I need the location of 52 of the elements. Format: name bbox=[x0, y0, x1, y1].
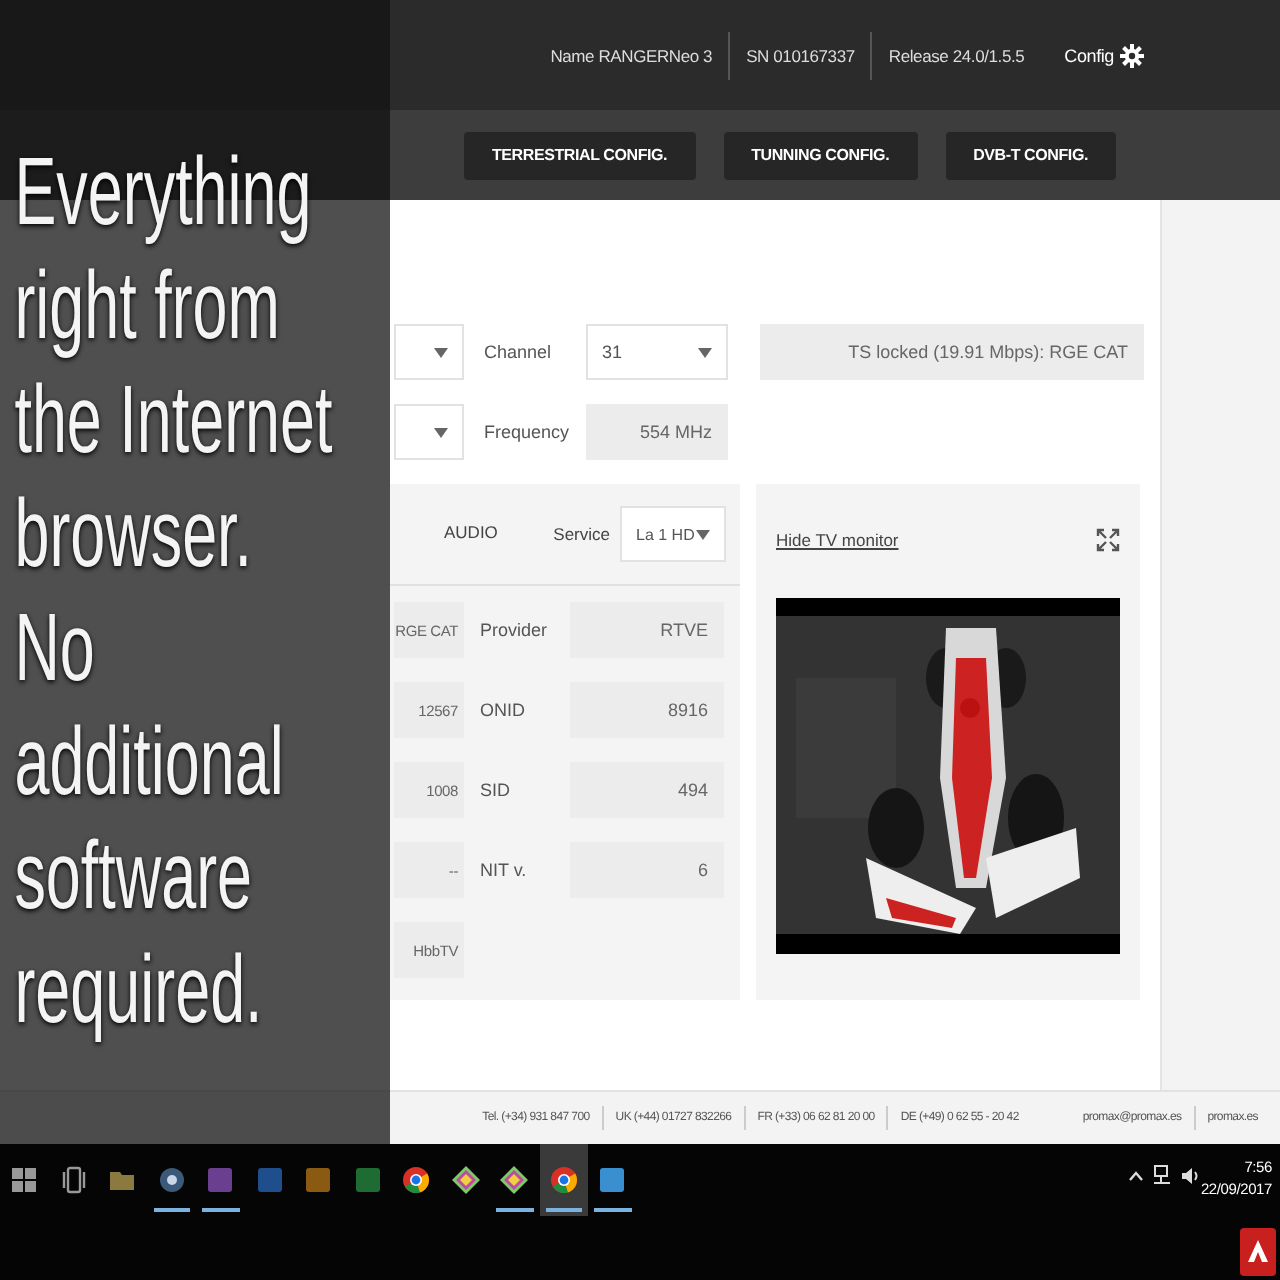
network-icon bbox=[1152, 1164, 1172, 1186]
task-view-icon bbox=[61, 1166, 86, 1194]
tab[interactable]: AUDIO bbox=[424, 484, 518, 584]
frequency-field: 554 MHz bbox=[586, 404, 728, 460]
field-label: NIT v. bbox=[480, 858, 529, 884]
caret-icon bbox=[434, 427, 448, 437]
caret-icon bbox=[696, 529, 710, 539]
dropdown-field[interactable]: 31 bbox=[586, 324, 728, 380]
folder-icon bbox=[108, 1166, 137, 1194]
config-button[interactable]: TUNNING CONFIG. bbox=[723, 131, 918, 179]
hide-monitor-link[interactable]: Hide TV monitor bbox=[776, 530, 899, 550]
value-field: 8916 bbox=[570, 682, 724, 738]
taskbar-button[interactable] bbox=[539, 1144, 588, 1216]
field-label: ONID bbox=[480, 698, 527, 724]
diamond-icon bbox=[451, 1166, 480, 1194]
caret-icon bbox=[698, 347, 712, 357]
app-tile-icon bbox=[353, 1166, 382, 1194]
value-field: 494 bbox=[570, 762, 724, 818]
dropdown-field[interactable] bbox=[394, 324, 464, 380]
app-tile-icon bbox=[598, 1166, 627, 1194]
globe-icon bbox=[157, 1166, 186, 1194]
device-info: Name RANGERNeo 3 bbox=[548, 43, 715, 69]
dropdown-field[interactable] bbox=[394, 404, 464, 460]
browser-icon bbox=[549, 1166, 578, 1194]
status-field: TS locked (19.91 Mbps): RGE CAT bbox=[760, 324, 1144, 380]
field-label: Frequency bbox=[484, 422, 572, 442]
config-menu[interactable]: Config bbox=[1064, 43, 1144, 67]
value-field: RTVE bbox=[570, 602, 724, 658]
caret-icon bbox=[434, 347, 448, 357]
value-field: 6 bbox=[570, 842, 724, 898]
diamond-icon bbox=[500, 1166, 529, 1194]
app-tile-icon bbox=[304, 1166, 333, 1194]
settings-icon bbox=[1120, 43, 1144, 67]
caption-text: No additional software required. bbox=[12, 594, 286, 1048]
config-button[interactable]: DVB-T CONFIG. bbox=[945, 131, 1116, 179]
app-tile-icon bbox=[255, 1166, 284, 1194]
config-button[interactable]: TERRESTRIAL CONFIG. bbox=[463, 131, 696, 179]
device-info: Release 24.0/1.5.5 bbox=[870, 31, 1041, 79]
app-tile-icon bbox=[206, 1166, 235, 1194]
dropdown-field[interactable]: La 1 HD bbox=[620, 506, 726, 562]
caption-text: Everything right from the Internet browser. bbox=[12, 138, 335, 592]
field-label: Channel bbox=[484, 342, 554, 362]
device-info: SN 010167337 bbox=[728, 31, 871, 79]
speaker-icon bbox=[1180, 1165, 1200, 1185]
field-label: Provider bbox=[480, 618, 550, 644]
field-label: Service bbox=[553, 524, 610, 544]
fullscreen-icon[interactable] bbox=[1096, 528, 1120, 552]
app-logo-icon bbox=[1240, 1228, 1276, 1276]
chevron-up-icon bbox=[1128, 1169, 1144, 1181]
browser-icon bbox=[402, 1166, 431, 1194]
windows-icon bbox=[12, 1168, 37, 1192]
field-label: SID bbox=[480, 778, 513, 804]
